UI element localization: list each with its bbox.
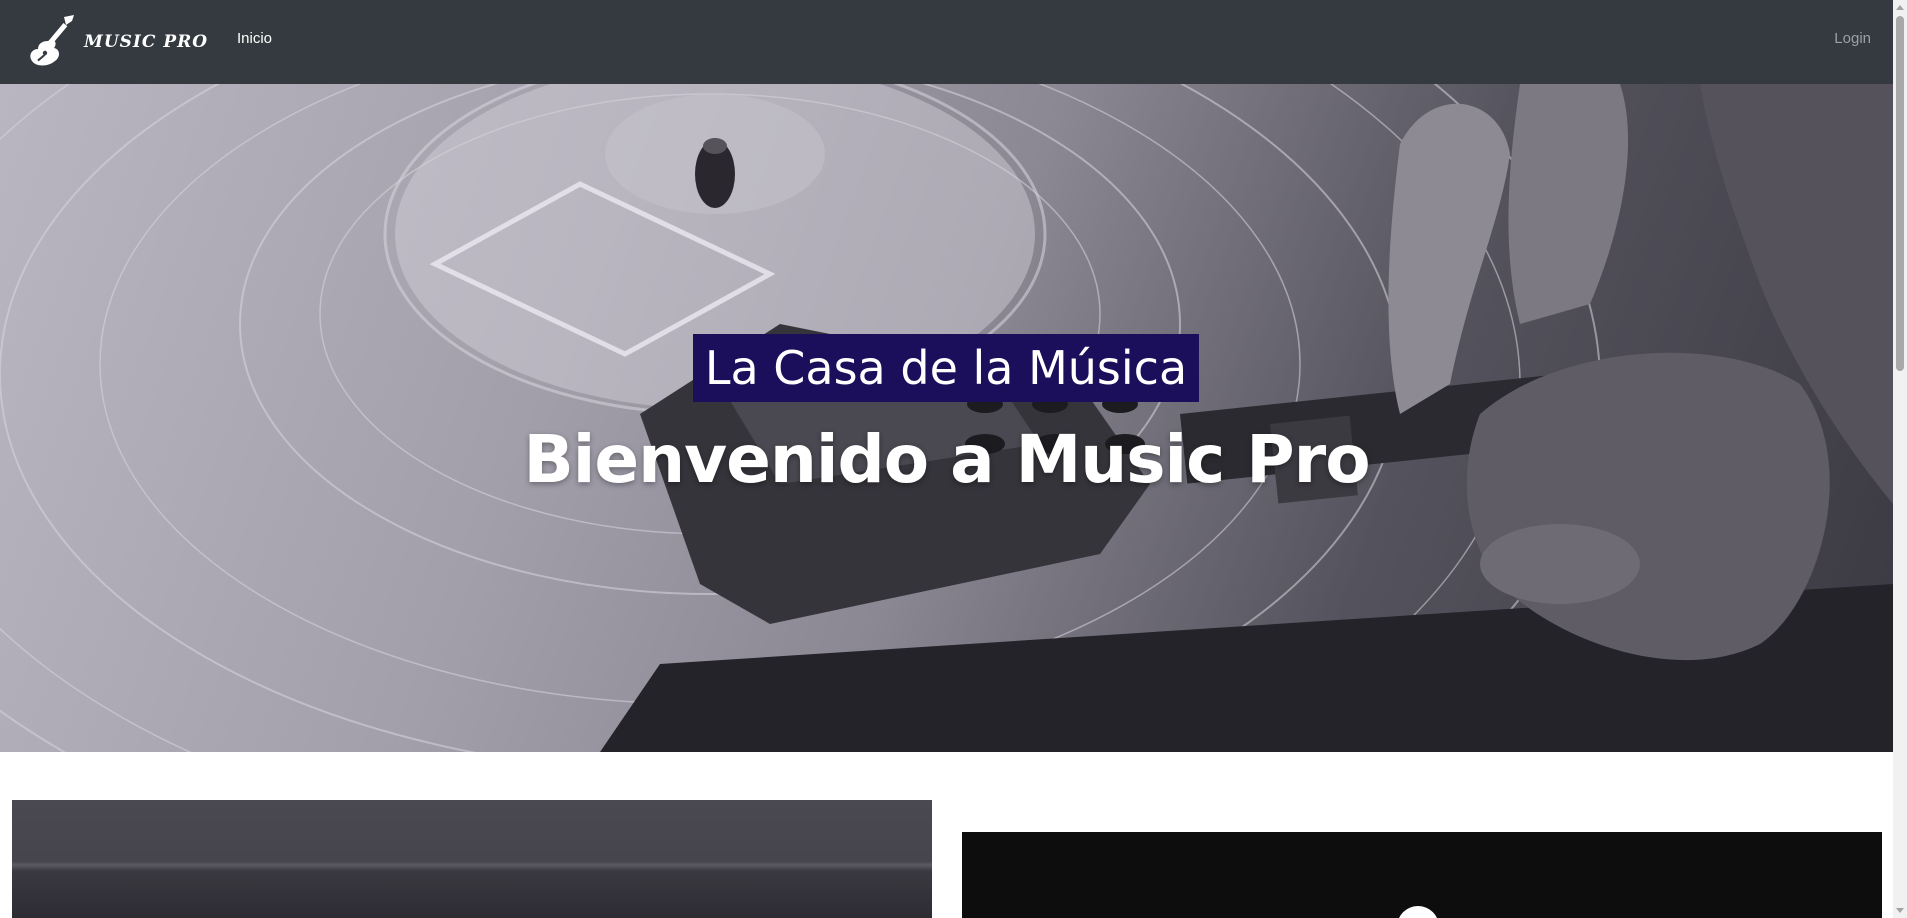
hero-background-image	[0, 84, 1893, 752]
logo-icon	[1397, 906, 1439, 918]
page-scrollbar[interactable]	[1893, 0, 1907, 918]
navbar: MUSIC PRO Inicio Login	[0, 0, 1893, 84]
feature-image-right	[962, 832, 1882, 918]
hero-banner: La Casa de la Música Bienvenido a Music …	[0, 84, 1893, 752]
nav-link-inicio[interactable]: Inicio	[237, 30, 272, 47]
hero-subtitle: La Casa de la Música	[693, 334, 1199, 402]
scroll-up-icon[interactable]	[1896, 5, 1904, 10]
nav-link-login[interactable]: Login	[1834, 30, 1871, 47]
brand-link[interactable]: MUSIC PRO	[28, 14, 208, 70]
scroll-thumb[interactable]	[1896, 16, 1904, 371]
scroll-down-icon[interactable]	[1896, 908, 1904, 913]
feature-image-left	[12, 800, 932, 918]
brand-name: MUSIC PRO	[84, 32, 209, 52]
guitar-icon	[28, 15, 78, 69]
hero-title: Bienvenido a Music Pro	[523, 421, 1370, 498]
